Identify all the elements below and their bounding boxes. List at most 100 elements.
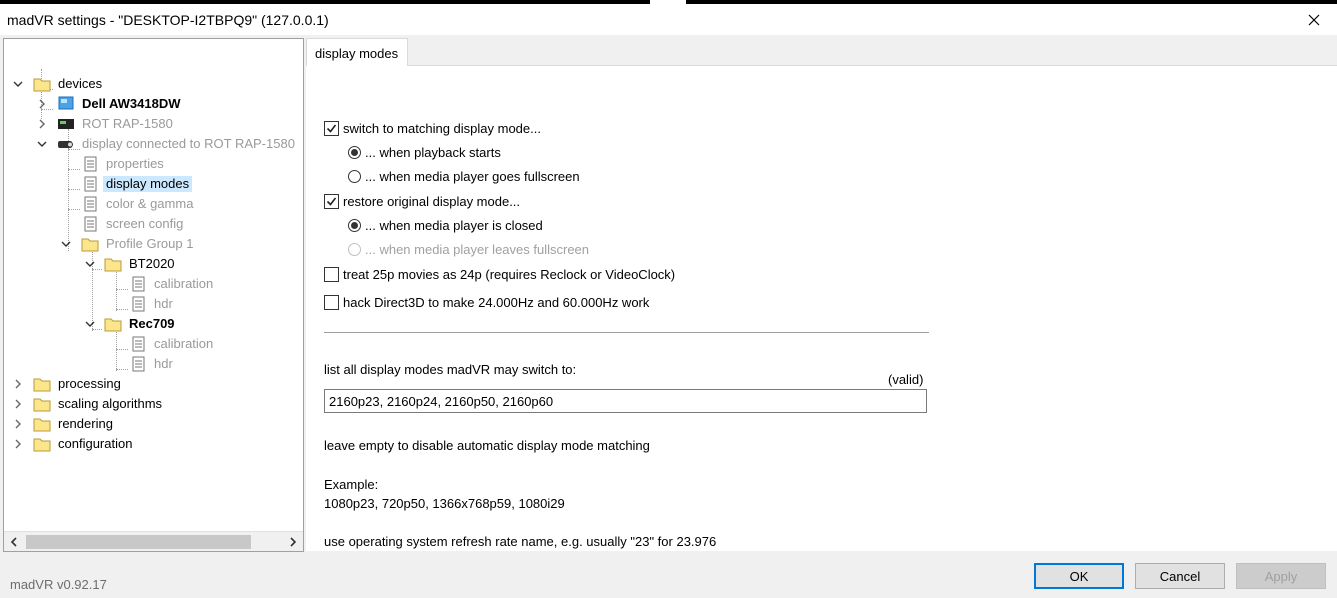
chevron-down-icon[interactable]: [60, 234, 72, 254]
folder-icon: [81, 238, 99, 252]
tree-label-dell: Dell AW3418DW: [82, 96, 181, 111]
folder-icon: [33, 378, 51, 392]
tree-item-processing[interactable]: processing: [4, 374, 294, 394]
chevron-down-icon[interactable]: [12, 74, 24, 94]
tree-item-profile-group[interactable]: Profile Group 1: [4, 234, 294, 254]
chevron-right-icon: [290, 537, 297, 547]
client-area: devices Dell AW3418DW ROT RAP-1580 displ…: [0, 35, 1337, 598]
chevron-down-icon[interactable]: [84, 314, 96, 334]
window-title: madVR settings - "DESKTOP-I2TBPQ9" (127.…: [7, 12, 329, 28]
when-playback-starts-label: ... when playback starts: [365, 144, 501, 160]
scroll-left-button[interactable]: [4, 532, 24, 551]
switch-matching-label: switch to matching display mode...: [343, 120, 541, 136]
tree-item-rec709[interactable]: Rec709: [4, 314, 294, 334]
chevron-right-icon[interactable]: [36, 94, 48, 114]
tree-label-rendering: rendering: [58, 416, 113, 431]
checkbox-box[interactable]: [324, 193, 339, 209]
chevron-right-icon[interactable]: [12, 414, 24, 434]
apply-button[interactable]: Apply: [1236, 563, 1326, 589]
when-closed-label: ... when media player is closed: [365, 217, 543, 233]
tree-item-screen-config[interactable]: screen config: [4, 214, 294, 234]
cancel-button[interactable]: Cancel: [1135, 563, 1225, 589]
tree-label-display-modes: display modes: [103, 176, 193, 192]
radio-when-closed[interactable]: ... when media player is closed: [348, 215, 543, 235]
radio-button[interactable]: [348, 242, 361, 256]
tree-item-scaling[interactable]: scaling algorithms: [4, 394, 294, 414]
tree-item-bt2020[interactable]: BT2020: [4, 254, 294, 274]
close-button[interactable]: [1291, 4, 1337, 35]
tree-item-properties[interactable]: properties: [4, 154, 294, 174]
ok-button[interactable]: OK: [1034, 563, 1124, 589]
settings-window: madVR settings - "DESKTOP-I2TBPQ9" (127.…: [0, 4, 1337, 598]
chevron-right-icon[interactable]: [12, 394, 24, 414]
tree-item-devices[interactable]: devices: [4, 74, 294, 94]
tree-item-bt2020-hdr[interactable]: hdr: [4, 294, 294, 314]
tree-item-rot[interactable]: ROT RAP-1580: [4, 114, 294, 134]
monitor-icon: [58, 96, 74, 110]
tree-label-rot: ROT RAP-1580: [82, 116, 173, 131]
checkbox-box[interactable]: [324, 294, 339, 310]
tree-label-profile-group: Profile Group 1: [106, 236, 194, 251]
document-icon: [84, 176, 97, 192]
tree-label-bt2020-calibration: calibration: [154, 276, 214, 291]
document-icon: [132, 276, 145, 292]
tree-label-scaling: scaling algorithms: [58, 396, 163, 411]
chevron-down-icon[interactable]: [36, 134, 48, 154]
example-value: 1080p23, 720p50, 1366x768p59, 1080i29: [324, 496, 565, 511]
checkmark-icon: [326, 124, 337, 133]
when-fullscreen-label: ... when media player goes fullscreen: [365, 168, 580, 184]
tree-item-rendering[interactable]: rendering: [4, 414, 294, 434]
tree-label-rec709-hdr: hdr: [154, 356, 173, 371]
tree-item-rec709-hdr[interactable]: hdr: [4, 354, 294, 374]
chevron-right-icon[interactable]: [36, 114, 48, 134]
tree-label-color-gamma: color & gamma: [106, 196, 194, 211]
chevron-right-icon[interactable]: [12, 434, 24, 454]
radio-when-leaves-fullscreen[interactable]: ... when media player leaves fullscreen: [348, 239, 589, 259]
list-modes-label: list all display modes madVR may switch …: [324, 362, 577, 377]
tab-display-modes[interactable]: display modes: [306, 38, 408, 66]
radio-button[interactable]: [348, 145, 361, 159]
tree-item-configuration[interactable]: configuration: [4, 434, 294, 454]
tree-label-bt2020: BT2020: [129, 256, 175, 271]
chevron-right-icon[interactable]: [12, 374, 24, 394]
tree-label-screen-config: screen config: [106, 216, 184, 231]
tree-item-display-connected[interactable]: display connected to ROT RAP-1580: [4, 134, 303, 154]
tree-horizontal-scrollbar[interactable]: [4, 531, 303, 551]
tree-item-color-gamma[interactable]: color & gamma: [4, 194, 294, 214]
folder-icon: [33, 78, 51, 92]
chevron-down-icon[interactable]: [84, 254, 96, 274]
folder-icon: [33, 398, 51, 412]
restore-original-label: restore original display mode...: [343, 193, 521, 209]
restore-original-checkbox[interactable]: restore original display mode...: [324, 191, 520, 211]
hack-d3d-label: hack Direct3D to make 24.000Hz and 60.00…: [343, 294, 650, 310]
radio-when-playback-starts[interactable]: ... when playback starts: [348, 142, 501, 162]
version-label: madVR v0.92.17: [10, 577, 107, 592]
document-icon: [132, 296, 145, 312]
folder-icon: [33, 438, 51, 452]
switch-matching-checkbox[interactable]: switch to matching display mode...: [324, 118, 541, 138]
display-modes-input[interactable]: [324, 389, 927, 413]
folder-icon: [33, 418, 51, 432]
display-modes-page: switch to matching display mode... ... w…: [306, 65, 1337, 551]
title-bar: madVR settings - "DESKTOP-I2TBPQ9" (127.…: [0, 4, 1337, 35]
projector-icon: [58, 141, 73, 148]
checkbox-box[interactable]: [324, 120, 339, 136]
tree-item-dell[interactable]: Dell AW3418DW: [4, 94, 294, 114]
scrollbar-thumb[interactable]: [26, 535, 251, 549]
tree-label-rec709: Rec709: [129, 316, 175, 331]
hack-d3d-checkbox[interactable]: hack Direct3D to make 24.000Hz and 60.00…: [324, 292, 649, 312]
radio-when-fullscreen[interactable]: ... when media player goes fullscreen: [348, 166, 580, 186]
tree-item-bt2020-calibration[interactable]: calibration: [4, 274, 294, 294]
tree-item-display-modes[interactable]: display modes: [4, 174, 294, 194]
tree-item-rec709-calibration[interactable]: calibration: [4, 334, 294, 354]
checkbox-box[interactable]: [324, 266, 339, 282]
radio-button[interactable]: [348, 218, 361, 232]
settings-tree[interactable]: devices Dell AW3418DW ROT RAP-1580 displ…: [3, 38, 304, 552]
tree-label-bt2020-hdr: hdr: [154, 296, 173, 311]
treat-25p-checkbox[interactable]: treat 25p movies as 24p (requires Recloc…: [324, 264, 675, 284]
document-icon: [84, 216, 97, 232]
radio-button[interactable]: [348, 169, 361, 183]
tree-label-processing: processing: [58, 376, 121, 391]
scroll-right-button[interactable]: [283, 532, 303, 551]
document-icon: [84, 156, 97, 172]
